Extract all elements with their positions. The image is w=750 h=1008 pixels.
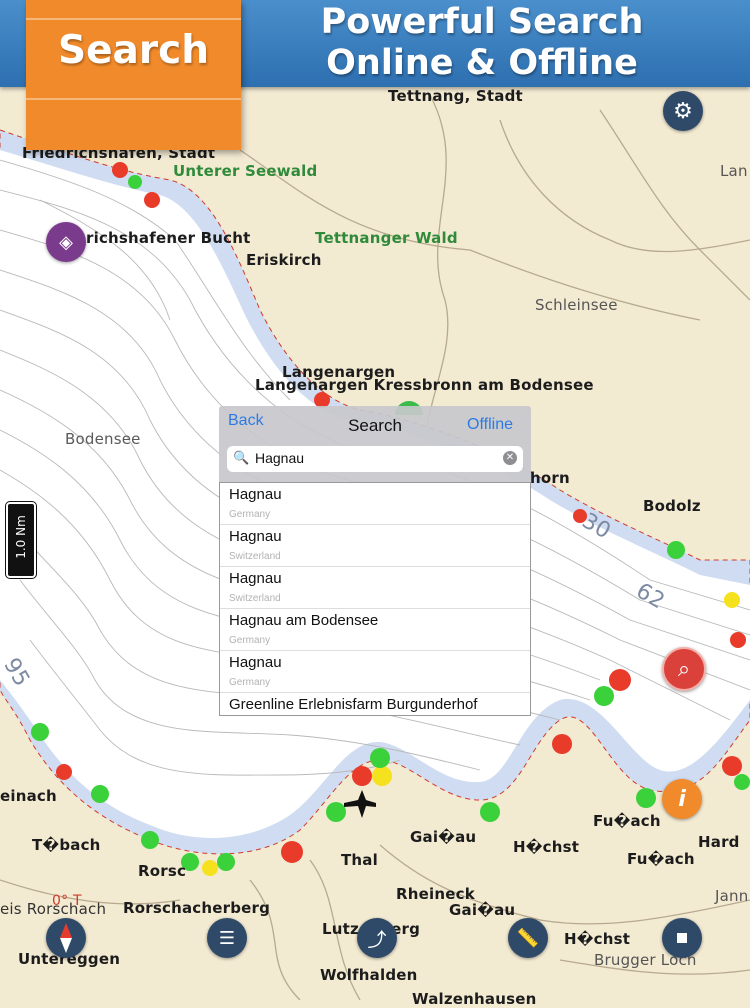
label-horn: horn [530,469,570,487]
search-result[interactable]: Hagnau Switzerland [220,525,530,567]
stop-square [677,933,687,943]
search-result-name: Hagnau [229,486,282,503]
search-result-name: Hagnau am Bodensee [229,612,379,629]
search-result[interactable]: Greenline Erlebnisfarm Burgunderhof [220,693,530,715]
label-bodensee: Bodensee [65,430,141,448]
label-tettnanger-wald: Tettnanger Wald [315,229,458,247]
label-hard: Hard [698,833,740,851]
label-fuach: Fu�ach [593,812,661,830]
route-icon[interactable]: ⤴ [357,918,397,958]
label-bucht: richshafener Bucht [86,229,251,247]
magnifier-icon[interactable]: ⌕ [662,647,706,691]
scale-bar-label: 1.0 Nm [14,515,28,559]
offline-toggle[interactable]: Offline [467,416,513,434]
search-result-country: Germany [229,635,271,646]
search-result-name: Hagnau [229,570,282,587]
label-eriskirch: Eriskirch [246,251,322,269]
label-unterer-seewald: Unterer Seewald [173,162,318,180]
search-input-value: Hagnau [255,450,305,466]
label-rorschach-kreis: eis Rorschach [0,900,107,918]
label-rorsc: Rorsc [138,862,187,880]
search-result[interactable]: Hagnau am Bodensee Germany [220,609,530,651]
search-results-list: Hagnau Germany Hagnau Switzerland Hagnau… [219,482,531,716]
label-bodolz: Bodolz [643,497,701,515]
clear-icon[interactable]: ✕ [503,451,517,465]
search-result[interactable]: Hagnau Switzerland [220,567,530,609]
search-result-country: Germany [229,509,271,520]
search-result-country: Switzerland [229,593,281,604]
label-walzenhausen: Walzenhausen [412,990,537,1008]
layers-icon[interactable]: ◈ [46,222,86,262]
label-lan: Lan [720,162,748,180]
label-tobach: T�bach [32,836,101,854]
label-hochst-2: H�chst [564,930,631,948]
label-einach: einach [0,787,57,805]
search-icon: 🔍 [233,450,250,465]
search-popover: Back Search Offline 🔍 Hagnau ✕ Hagnau Ge… [219,406,531,716]
promo-headline: Powerful Search Online & Offline [262,2,702,84]
label-schleinsee: Schleinsee [535,296,618,314]
search-result[interactable]: Hagnau Germany [220,651,530,693]
search-input[interactable]: 🔍 Hagnau ✕ [227,446,523,472]
info-icon[interactable]: i [662,779,702,819]
label-thal: Thal [341,851,378,869]
search-result-country: Germany [229,677,271,688]
label-jann: Jann [715,887,749,905]
search-result-country: Switzerland [229,551,281,562]
scale-bar: 1.0 Nm [6,502,36,578]
ruler-icon[interactable]: 📏 [508,918,548,958]
search-result[interactable]: Hagnau Germany [220,483,530,525]
search-result-name: Hagnau [229,528,282,545]
label-gaiau: Gai�au [410,828,477,846]
promo-tag-label: Search [58,28,209,73]
label-hochst: H�chst [513,838,580,856]
search-popover-header: Back Search Offline 🔍 Hagnau ✕ [219,406,531,482]
gear-icon[interactable]: ⚙ [663,91,703,131]
star-list-icon[interactable]: ☰ [207,918,247,958]
promo-headline-line1: Powerful Search [320,2,644,42]
label-fuach-2: Fu�ach [627,850,695,868]
label-langenargen-kressbronn: Langenargen Kressbronn am Bodensee [255,376,594,394]
compass-icon[interactable] [46,918,86,958]
label-rorschacherberg: Rorschacherberg [123,899,271,917]
search-result-name: Hagnau [229,654,282,671]
label-tettnang: Tettnang, Stadt [388,87,523,105]
search-result-name: Greenline Erlebnisfarm Burgunderhof [229,696,478,713]
promo-tag: Search [26,0,241,150]
label-gaiau-2: Gai�au [449,901,516,919]
label-wolfhalden: Wolfhalden [320,966,418,984]
compass-needle [60,923,72,953]
promo-headline-line2: Online & Offline [326,43,638,83]
stop-icon[interactable] [662,918,702,958]
